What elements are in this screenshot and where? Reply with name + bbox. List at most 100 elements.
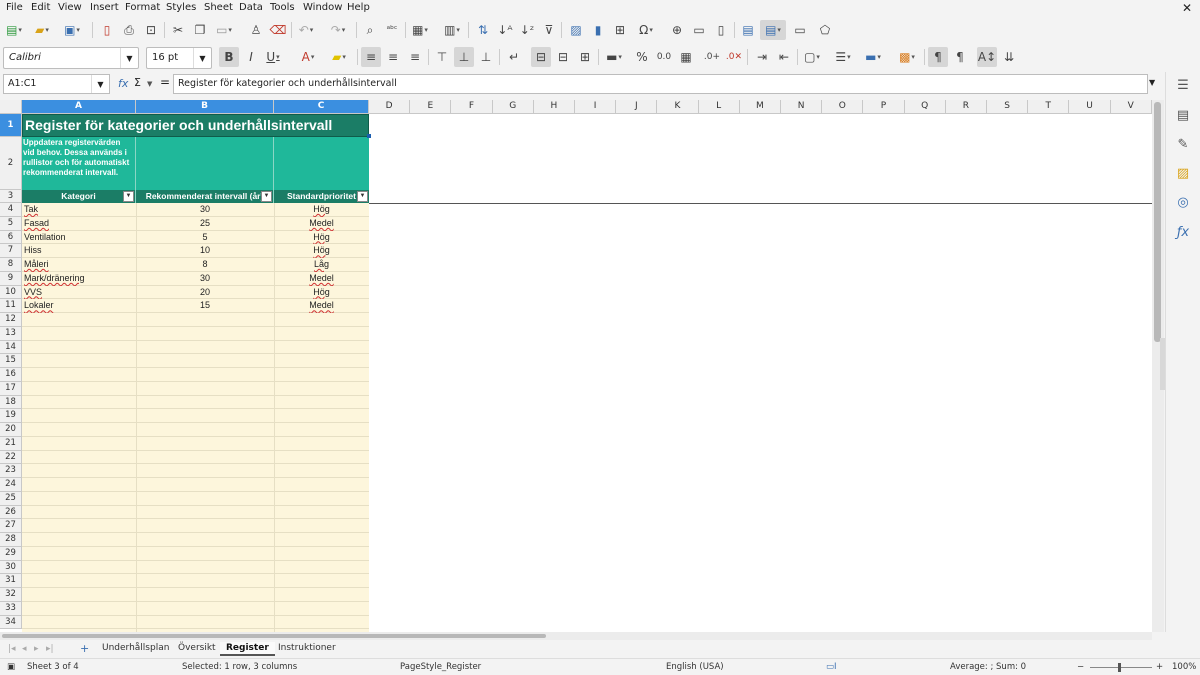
- row-header-34[interactable]: 34: [0, 615, 22, 630]
- table-cell[interactable]: Tak: [23, 203, 135, 217]
- table-cell[interactable]: 25: [137, 217, 273, 231]
- table-cell[interactable]: 15: [137, 299, 273, 313]
- filter-dropdown-icon[interactable]: ▼: [357, 191, 368, 202]
- menu-insert[interactable]: Insert: [90, 2, 119, 13]
- table-cell[interactable]: 30: [137, 203, 273, 217]
- special-character-icon[interactable]: Ω ▾: [636, 20, 656, 40]
- table-cell[interactable]: Lokaler: [23, 299, 135, 313]
- formula-input[interactable]: Register för kategorier och underhållsin…: [173, 74, 1148, 94]
- open-folder-icon[interactable]: ▰ ▾: [32, 20, 52, 40]
- row-header-24[interactable]: 24: [0, 478, 22, 492]
- row-header-6[interactable]: 6: [0, 230, 22, 245]
- border-color-icon[interactable]: ▬ ▾: [863, 47, 883, 67]
- row-icon[interactable]: ▦ ▾: [410, 20, 430, 40]
- document-modified-icon[interactable]: ▣: [7, 662, 15, 672]
- align-middle-icon[interactable]: ⊥: [454, 47, 474, 67]
- row-header-8[interactable]: 8: [0, 258, 22, 272]
- table-cell[interactable]: Hög: [275, 231, 368, 245]
- sort-descending-icon[interactable]: ↓ᶻ: [517, 20, 537, 40]
- spreadsheet-grid[interactable]: ABCDEFGHIJKLMNOPQRSTUV 1 2 3 4 5 6 7 8 9 10 11 12 13…: [0, 100, 1152, 632]
- table-cell[interactable]: Måleri: [23, 258, 135, 272]
- language[interactable]: English (USA): [666, 662, 724, 672]
- row-header-18[interactable]: 18: [0, 395, 22, 410]
- find-replace-icon[interactable]: ⌕: [360, 20, 380, 40]
- zoom-out-icon[interactable]: −: [1077, 662, 1084, 672]
- sidebar-collapse-handle[interactable]: [1160, 338, 1165, 390]
- table-cell[interactable]: Medel: [275, 272, 368, 286]
- table-cell[interactable]: 10: [137, 244, 273, 258]
- tab-instruktioner[interactable]: Instruktioner: [272, 642, 342, 656]
- column-header-b[interactable]: B: [136, 100, 274, 114]
- column-header-e[interactable]: E: [410, 100, 452, 114]
- define-print-area-icon[interactable]: ▤: [738, 20, 758, 40]
- menu-help[interactable]: Help: [347, 2, 370, 13]
- navigator-icon[interactable]: ◎: [1173, 192, 1193, 212]
- status-summary[interactable]: Average: ; Sum: 0: [950, 662, 1026, 672]
- column-header-n[interactable]: N: [781, 100, 823, 114]
- column-header-r[interactable]: R: [945, 100, 987, 114]
- freeze-rows-columns-icon[interactable]: ▤ ▾: [760, 20, 786, 40]
- next-sheet-icon[interactable]: ▸: [34, 644, 39, 654]
- title-cell[interactable]: Register för kategorier och underhållsin…: [22, 114, 369, 137]
- horizontal-scrollbar[interactable]: [0, 632, 1152, 640]
- text-vertical-icon[interactable]: ⇊: [999, 47, 1019, 67]
- prev-sheet-icon[interactable]: ◂: [22, 644, 27, 654]
- selection-handle[interactable]: [367, 134, 371, 138]
- bold-icon[interactable]: B: [219, 47, 239, 67]
- column-icon[interactable]: ▥ ▾: [442, 20, 462, 40]
- page-style[interactable]: PageStyle_Register: [400, 662, 481, 672]
- table-cell[interactable]: 20: [137, 286, 273, 300]
- print-preview-icon[interactable]: ⊡: [141, 20, 161, 40]
- column-header-d[interactable]: D: [369, 100, 411, 114]
- sort-ascending-icon[interactable]: ↓ᴬ: [495, 20, 515, 40]
- select-all-corner[interactable]: [0, 100, 22, 114]
- row-header-11[interactable]: 11: [0, 299, 22, 313]
- align-center-icon[interactable]: ≡: [383, 47, 403, 67]
- expand-formula-icon[interactable]: ▼: [1149, 78, 1155, 87]
- styles-icon[interactable]: ✎: [1173, 134, 1193, 154]
- sheet-position[interactable]: Sheet 3 of 4: [27, 662, 79, 672]
- sum-icon[interactable]: Σ: [134, 76, 141, 89]
- menu-file[interactable]: File: [6, 2, 23, 13]
- row-header-30[interactable]: 30: [0, 560, 22, 575]
- column-header-g[interactable]: G: [492, 100, 534, 114]
- row-header-9[interactable]: 9: [0, 271, 22, 286]
- tab-underhallsplan[interactable]: Underhållsplan: [96, 642, 175, 656]
- text-horizontal-icon[interactable]: A↕: [977, 47, 997, 67]
- name-box[interactable]: A1:C1 ▼: [3, 74, 110, 94]
- autofilter-icon[interactable]: ⊽: [539, 20, 559, 40]
- insert-image-icon[interactable]: ▨: [566, 20, 586, 40]
- highlight-color-icon[interactable]: ▰ ▾: [329, 47, 349, 67]
- underline-icon[interactable]: U ▾: [263, 47, 283, 67]
- undo-icon[interactable]: ↶ ▾: [296, 20, 316, 40]
- table-cell[interactable]: Hög: [275, 286, 368, 300]
- split-window-icon[interactable]: ▭: [790, 20, 810, 40]
- row-header-31[interactable]: 31: [0, 574, 22, 588]
- column-header-a[interactable]: A: [22, 100, 136, 114]
- unmerge-cells-icon[interactable]: ⊞: [575, 47, 595, 67]
- column-header-u[interactable]: U: [1069, 100, 1111, 114]
- conditional-format-icon[interactable]: ▩ ▾: [897, 47, 917, 67]
- italic-icon[interactable]: I: [241, 47, 261, 67]
- close-window-icon[interactable]: ✕: [1182, 1, 1192, 15]
- column-header-o[interactable]: O: [822, 100, 864, 114]
- wrap-text-icon[interactable]: ↵: [504, 47, 524, 67]
- header-kategori[interactable]: Kategori ▼: [22, 190, 136, 203]
- column-header-k[interactable]: K: [657, 100, 699, 114]
- row-header-23[interactable]: 23: [0, 464, 22, 478]
- align-left-icon[interactable]: ≡: [361, 47, 381, 67]
- column-header-m[interactable]: M: [739, 100, 781, 114]
- row-header-16[interactable]: 16: [0, 368, 22, 382]
- zoom-level[interactable]: 100%: [1172, 662, 1196, 672]
- number-format-icon[interactable]: 0.0: [654, 47, 674, 67]
- font-name-box[interactable]: Calibri ▼: [3, 47, 139, 69]
- first-sheet-icon[interactable]: |◂: [8, 644, 16, 654]
- tab-oversikt[interactable]: Översikt: [172, 642, 222, 656]
- description-fill-c[interactable]: [274, 137, 369, 190]
- percent-format-icon[interactable]: %: [632, 47, 652, 67]
- chevron-down-icon[interactable]: ▼: [193, 48, 211, 68]
- add-sheet-icon[interactable]: +: [80, 642, 89, 655]
- chevron-down-icon[interactable]: ▼: [120, 48, 138, 68]
- currency-format-icon[interactable]: ▬ ▾: [604, 47, 624, 67]
- clear-formatting-icon[interactable]: ⌫: [268, 20, 288, 40]
